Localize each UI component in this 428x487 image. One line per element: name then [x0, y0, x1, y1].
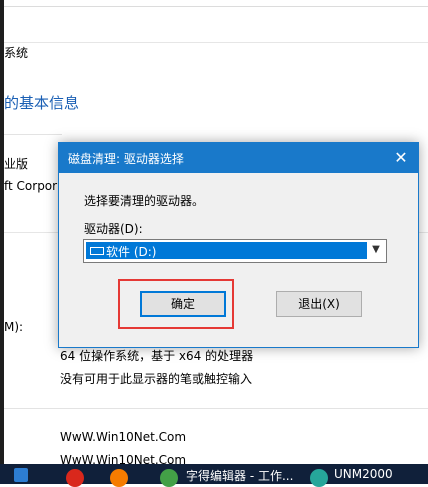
pen-touch-value: 没有可用于此显示器的笔或触控输入: [60, 372, 253, 386]
publisher-text: ft Corpor: [4, 179, 58, 193]
network-app-icon[interactable]: [310, 469, 328, 487]
prompt-text: 选择要清理的驱动器。: [84, 194, 205, 208]
watermark-text: WwW.Win10Net.Com: [60, 430, 187, 444]
window-top-border: [4, 6, 428, 7]
dialog-title-bar[interactable]: 磁盘清理: 驱动器选择 ✕: [59, 143, 418, 173]
bottom-divider: [4, 408, 428, 409]
breadcrumb: 系统: [4, 46, 29, 60]
section-divider: [4, 134, 62, 135]
firefox-icon[interactable]: [110, 469, 128, 487]
edition-text: 业版: [4, 157, 29, 171]
drive-label: 驱动器(D):: [84, 222, 143, 236]
taskbar: 字得编辑器 - 工作... UNM2000: [0, 464, 428, 487]
drive-selected-highlight: 软件 (D:): [86, 242, 367, 259]
chevron-down-icon[interactable]: ▼: [369, 243, 383, 257]
taskbar-item-label[interactable]: 字得编辑器 - 工作...: [186, 467, 293, 484]
drive-selected-value: 软件 (D:): [106, 245, 157, 259]
browser-icon[interactable]: [66, 469, 84, 487]
disk-cleanup-dialog: 磁盘清理: 驱动器选择 ✕ 选择要清理的驱动器。 驱动器(D): 软件 (D:)…: [58, 142, 419, 348]
taskbar-item-label[interactable]: UNM2000: [334, 467, 393, 481]
highlight-annotation: [118, 279, 234, 329]
app-icon[interactable]: [160, 469, 178, 487]
start-icon[interactable]: [14, 468, 28, 482]
close-icon[interactable]: ✕: [390, 147, 412, 169]
drive-select[interactable]: 软件 (D:) ▼: [83, 239, 387, 263]
dialog-title: 磁盘清理: 驱动器选择: [68, 152, 184, 166]
exit-button[interactable]: 退出(X): [276, 291, 362, 317]
system-type-value: 64 位操作系统，基于 x64 的处理器: [60, 349, 254, 363]
ram-label: M):: [4, 320, 24, 334]
section-title: 的基本信息: [4, 94, 80, 112]
drive-icon: [90, 247, 104, 255]
breadcrumb-separator: [4, 42, 428, 43]
